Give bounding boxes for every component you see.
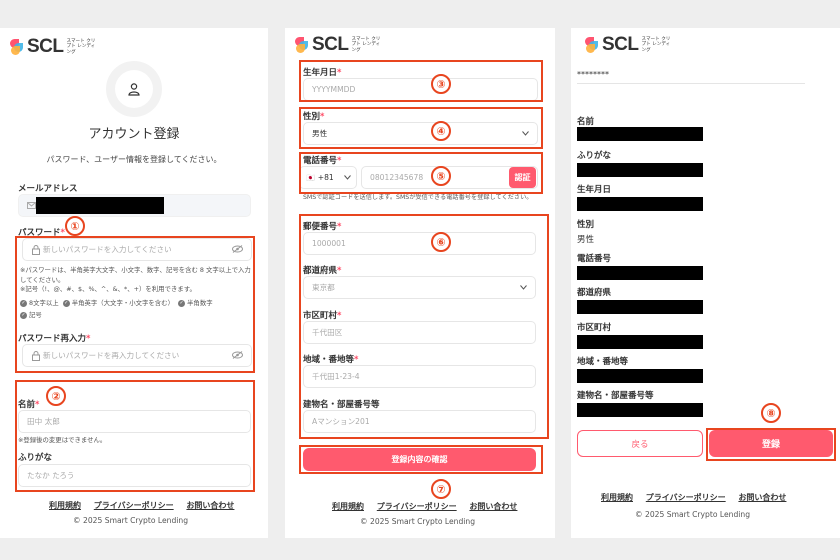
annotation-box-3 — [299, 60, 543, 102]
logo-sub: スマート クリプト レンディング — [351, 36, 381, 53]
redacted-value — [577, 335, 703, 349]
divider — [577, 83, 805, 84]
annotation-box-7 — [299, 445, 543, 474]
footer-links: 利用規約 プライバシーポリシー お問い合わせ — [596, 492, 791, 503]
redacted-value — [577, 369, 703, 383]
privacy-link[interactable]: プライバシーポリシー — [94, 501, 174, 510]
confirm-building-label: 建物名・部屋番号等 — [577, 391, 654, 401]
avatar — [106, 61, 162, 117]
annotation-number-6: ⑥ — [431, 232, 451, 252]
logo-mark-icon — [295, 37, 309, 53]
annotation-box-8 — [706, 428, 836, 461]
logo: SCL スマート クリプト レンディング — [10, 36, 97, 58]
copyright: © 2025 Smart Crypto Lending — [73, 516, 189, 525]
contact-link[interactable]: お問い合わせ — [738, 493, 786, 502]
annotation-number-2: ② — [46, 386, 66, 406]
terms-link[interactable]: 利用規約 — [49, 501, 81, 510]
redacted-value — [577, 163, 703, 177]
confirm-phone-label: 電話番号 — [577, 254, 612, 264]
annotation-number-4: ④ — [431, 121, 451, 141]
page-title: アカウント登録 — [88, 127, 180, 142]
logo: SCL スマート クリプト レンディング — [295, 34, 382, 56]
redacted-value — [577, 403, 703, 417]
logo-text: SCL — [312, 34, 349, 55]
logo: SCL スマート クリプト レンディング — [585, 34, 672, 56]
confirm-dob-label: 生年月日 — [577, 185, 612, 195]
contact-link[interactable]: お問い合わせ — [186, 501, 234, 510]
redacted-value — [577, 266, 703, 280]
panel-confirmation: SCL スマート クリプト レンディング ******** 名前 ふりがな 生年… — [571, 28, 840, 538]
privacy-link[interactable]: プライバシーポリシー — [646, 493, 726, 502]
logo-mark-icon — [585, 37, 599, 53]
footer-links: 利用規約 プライバシーポリシー お問い合わせ — [327, 501, 522, 512]
annotation-number-7: ⑦ — [431, 479, 451, 499]
user-icon — [128, 83, 140, 96]
annotation-box-6 — [299, 214, 549, 439]
terms-link[interactable]: 利用規約 — [332, 502, 364, 511]
confirm-gender-label: 性別 — [577, 220, 595, 230]
masked-password: ******** — [577, 70, 609, 79]
confirm-kana-label: ふりがな — [577, 151, 612, 161]
redacted-value — [577, 197, 703, 211]
annotation-number-1: ① — [65, 216, 85, 236]
back-button[interactable]: 戻る — [577, 430, 703, 457]
page-subtitle: パスワード、ユーザー情報を登録してください。 — [46, 155, 222, 164]
footer-links: 利用規約 プライバシーポリシー お問い合わせ — [44, 500, 239, 511]
redacted-value — [577, 300, 703, 314]
terms-link[interactable]: 利用規約 — [601, 493, 633, 502]
confirm-gender-value: 男性 — [577, 235, 595, 245]
sms-note: SMSで認証コードを送信します。SMSが受信できる電話番号を登録してください。 — [303, 194, 533, 201]
annotation-box-1 — [15, 236, 255, 373]
privacy-link[interactable]: プライバシーポリシー — [377, 502, 457, 511]
mail-icon — [27, 202, 36, 209]
logo-mark-icon — [10, 39, 24, 55]
redacted-value — [577, 127, 703, 141]
contact-link[interactable]: お問い合わせ — [469, 502, 517, 511]
confirm-city-label: 市区町村 — [577, 323, 612, 333]
annotation-number-5: ⑤ — [431, 166, 451, 186]
logo-text: SCL — [602, 34, 639, 55]
annotation-box-5 — [299, 152, 543, 194]
email-label: メールアドレス — [18, 184, 78, 194]
logo-sub: スマート クリプト レンディング — [641, 36, 671, 53]
annotation-number-3: ③ — [431, 74, 451, 94]
annotation-number-8: ⑧ — [761, 403, 781, 423]
annotation-box-4 — [299, 107, 543, 149]
confirm-name-label: 名前 — [577, 117, 595, 127]
logo-text: SCL — [27, 36, 64, 57]
logo-sub: スマート クリプト レンディング — [66, 38, 96, 55]
copyright: © 2025 Smart Crypto Lending — [635, 510, 751, 519]
copyright: © 2025 Smart Crypto Lending — [360, 517, 476, 526]
redacted-email — [36, 197, 164, 214]
confirm-prefecture-label: 都道府県 — [577, 288, 612, 298]
confirm-area-label: 地域・番地等 — [577, 357, 629, 367]
